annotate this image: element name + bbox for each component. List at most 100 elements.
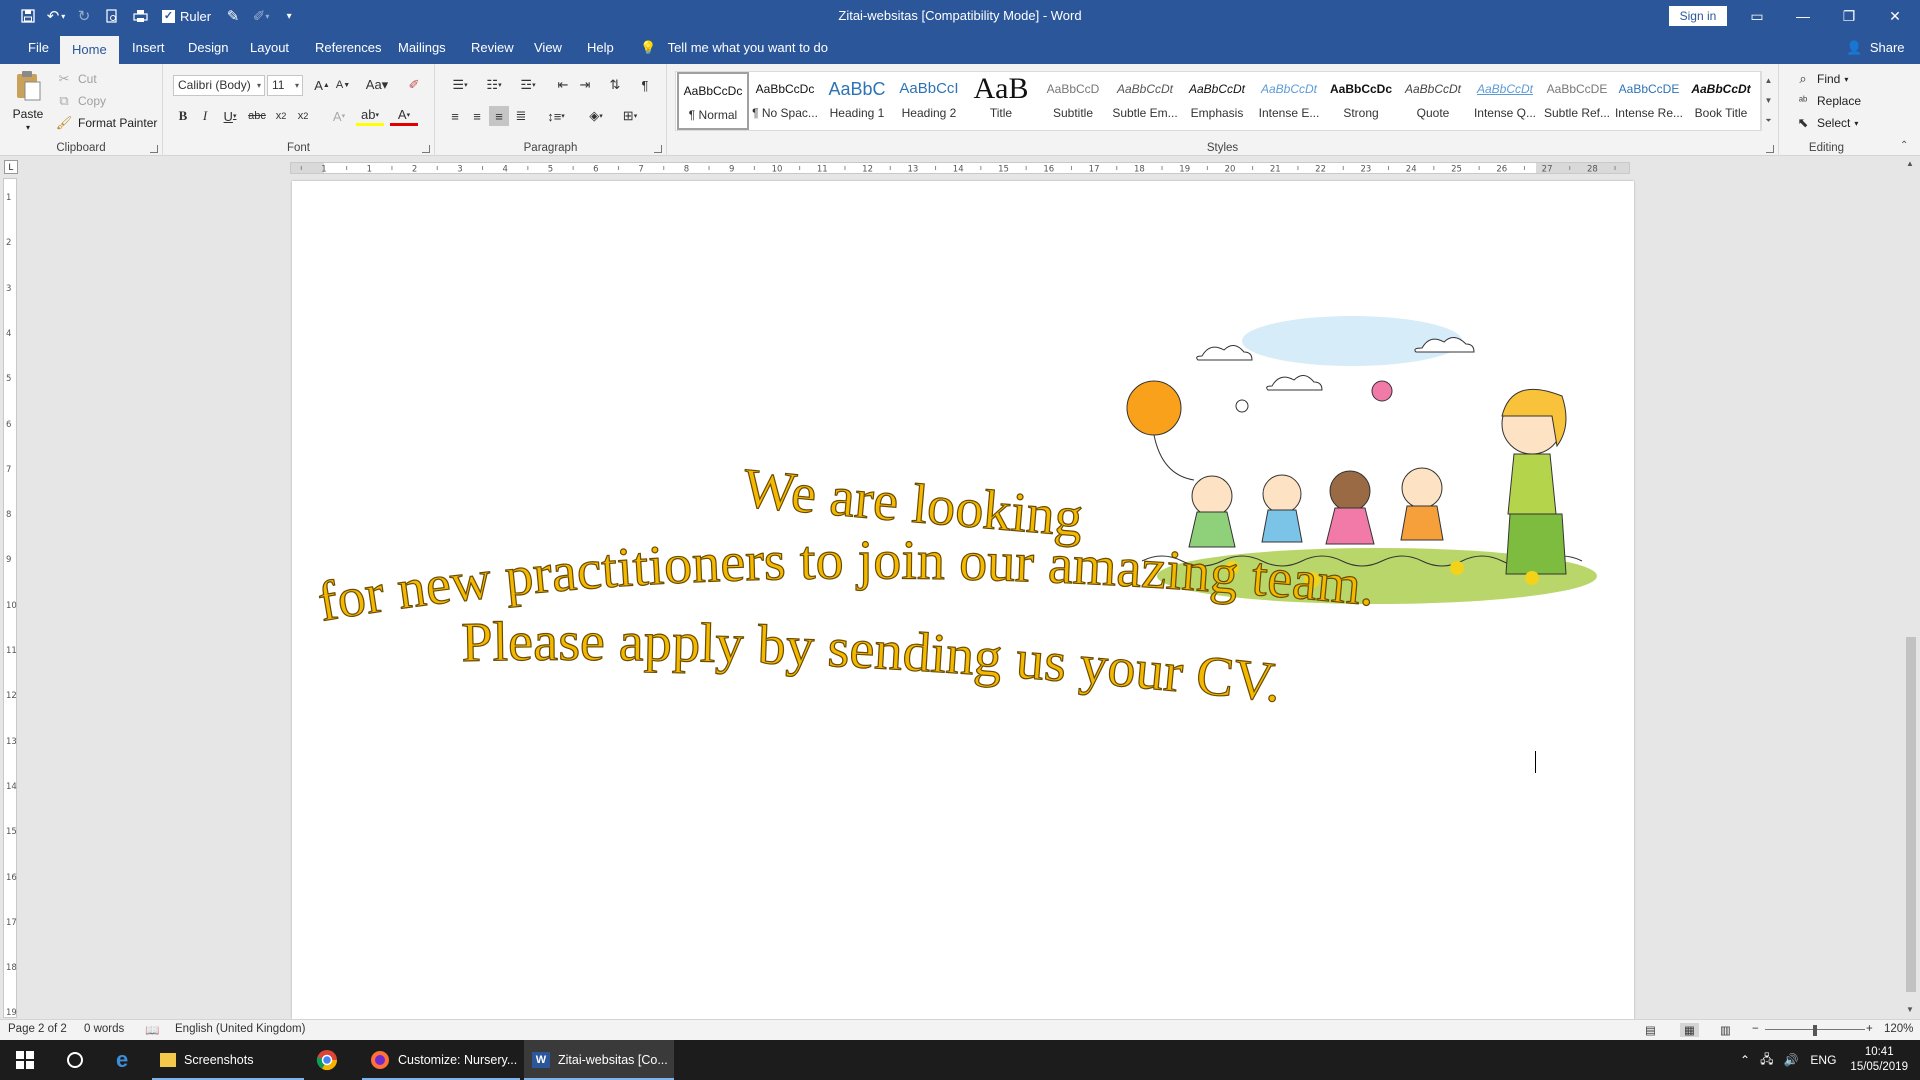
scrollbar-thumb[interactable] bbox=[1906, 637, 1916, 992]
tab-mailings[interactable]: Mailings bbox=[386, 32, 458, 64]
taskbar-app-firefox[interactable]: Customize: Nursery... bbox=[362, 1040, 520, 1080]
change-case-icon[interactable]: Aa▾ bbox=[363, 75, 391, 95]
align-right-icon[interactable]: ≡ bbox=[489, 106, 509, 126]
align-center-icon[interactable]: ≡ bbox=[467, 106, 487, 126]
ruler-checkbox[interactable]: ✓ bbox=[162, 9, 175, 23]
language-indicator[interactable]: English (United Kingdom) bbox=[175, 1023, 305, 1035]
vertical-scrollbar[interactable]: ▲ ▼ bbox=[1902, 157, 1920, 1019]
tab-view[interactable]: View bbox=[522, 32, 574, 64]
tab-home[interactable]: Home bbox=[60, 36, 119, 64]
bold-icon[interactable]: B bbox=[173, 106, 193, 126]
wordart-text[interactable]: We are looking for new practitioners to … bbox=[292, 181, 1634, 1019]
style-subtle-reference[interactable]: AaBbCcDE Subtle Ref... bbox=[1541, 72, 1613, 130]
web-layout-icon[interactable]: ▥ bbox=[1720, 1023, 1731, 1037]
taskbar-app-screenshots[interactable]: Screenshots bbox=[152, 1040, 304, 1080]
restore-button[interactable]: ❐ bbox=[1826, 0, 1872, 32]
style-heading-2[interactable]: AaBbCcI Heading 2 bbox=[893, 72, 965, 130]
collapse-ribbon-icon[interactable]: ⌃ bbox=[1900, 140, 1908, 151]
style-quote[interactable]: AaBbCcDt Quote bbox=[1397, 72, 1469, 130]
undo-icon[interactable]: ↶ ▾ bbox=[42, 2, 70, 30]
sort-icon[interactable]: ⇅ bbox=[605, 75, 625, 95]
gallery-more-icon[interactable]: ⏷ bbox=[1762, 111, 1775, 131]
clipboard-launcher-icon[interactable] bbox=[150, 145, 158, 153]
line-spacing-icon[interactable]: ↕≡ ▾ bbox=[541, 106, 571, 126]
customize-toolbar-icon[interactable]: ▾ bbox=[275, 2, 303, 30]
style-intense-emphasis[interactable]: AaBbCcDt Intense E... bbox=[1253, 72, 1325, 130]
italic-icon[interactable]: I bbox=[195, 106, 215, 126]
redo-icon[interactable]: ↻ bbox=[70, 2, 98, 30]
tab-file[interactable]: File bbox=[16, 32, 61, 64]
text-effects-icon[interactable]: A ▾ bbox=[326, 106, 352, 126]
decrease-indent-icon[interactable]: ⇤ bbox=[553, 75, 573, 95]
taskbar-app-word[interactable]: W Zitai-websitas [Co... bbox=[524, 1040, 674, 1080]
volume-icon[interactable]: 🔊 bbox=[1783, 1053, 1798, 1067]
multilevel-list-icon[interactable]: ☲ ▾ bbox=[513, 75, 543, 95]
style-subtle-emphasis[interactable]: AaBbCcDt Subtle Em... bbox=[1109, 72, 1181, 130]
paragraph-launcher-icon[interactable] bbox=[654, 145, 662, 153]
ribbon-display-options-icon[interactable]: ▭ bbox=[1734, 0, 1780, 32]
style-intense-reference[interactable]: AaBbCcDE Intense Re... bbox=[1613, 72, 1685, 130]
find-button[interactable]: ⌕ Find ▾ bbox=[1793, 69, 1848, 89]
zoom-level[interactable]: 120% bbox=[1884, 1023, 1913, 1035]
style-emphasis[interactable]: AaBbCcDt Emphasis bbox=[1181, 72, 1253, 130]
horizontal-ruler[interactable]: 2112345678910111213141516171819202122232… bbox=[290, 162, 1630, 174]
select-button[interactable]: ⬉ Select ▾ bbox=[1793, 113, 1859, 133]
clear-formatting-icon[interactable]: ✐ bbox=[404, 75, 424, 95]
increase-indent-icon[interactable]: ⇥ bbox=[575, 75, 595, 95]
format-painter-button[interactable]: 🖌 Format Painter bbox=[54, 113, 158, 133]
scroll-up-icon[interactable]: ▲ bbox=[1906, 159, 1914, 168]
tab-review[interactable]: Review bbox=[459, 32, 526, 64]
bullets-icon[interactable]: ☰ ▾ bbox=[445, 75, 475, 95]
font-launcher-icon[interactable] bbox=[422, 145, 430, 153]
network-icon[interactable]: 🖧 bbox=[1760, 1050, 1773, 1071]
cortana-search-icon[interactable] bbox=[58, 1040, 98, 1080]
tab-help[interactable]: Help bbox=[575, 32, 626, 64]
sign-in-button[interactable]: Sign in bbox=[1669, 6, 1727, 26]
style-strong[interactable]: AaBbCcDc Strong bbox=[1325, 72, 1397, 130]
highlight-color-icon[interactable]: ab ▾ bbox=[356, 106, 384, 126]
edge-browser-icon[interactable]: e bbox=[108, 1040, 148, 1080]
input-language[interactable]: ENG bbox=[1810, 1053, 1836, 1067]
zoom-in-icon[interactable]: + bbox=[1866, 1023, 1873, 1035]
find-dropdown-icon[interactable]: ▾ bbox=[1844, 75, 1848, 84]
shrink-font-icon[interactable]: A ▼ bbox=[333, 75, 353, 95]
quick-print-icon[interactable] bbox=[126, 2, 154, 30]
document-page[interactable]: We are looking for new practitioners to … bbox=[292, 181, 1634, 1019]
minimize-button[interactable]: — bbox=[1780, 0, 1826, 32]
style-no-spacing[interactable]: AaBbCcDc ¶ No Spac... bbox=[749, 72, 821, 130]
tab-layout[interactable]: Layout bbox=[238, 32, 301, 64]
edit-document-icon[interactable]: ✎ bbox=[219, 2, 247, 30]
replace-button[interactable]: ᵃᵇ Replace bbox=[1793, 91, 1861, 111]
paste-dropdown-icon[interactable]: ▾ bbox=[26, 123, 30, 132]
gallery-up-icon[interactable]: ▲ bbox=[1762, 71, 1775, 91]
proofing-icon[interactable]: 📖 bbox=[145, 1023, 159, 1037]
word-count[interactable]: 0 words bbox=[84, 1023, 124, 1035]
select-dropdown-icon[interactable]: ▾ bbox=[1854, 119, 1858, 128]
style-heading-1[interactable]: AaBbC Heading 1 bbox=[821, 72, 893, 130]
style-subtitle[interactable]: AaBbCcD Subtitle bbox=[1037, 72, 1109, 130]
justify-icon[interactable]: ≣ bbox=[511, 106, 531, 126]
show-hidden-icons-icon[interactable]: ⌃ bbox=[1740, 1053, 1750, 1067]
tab-references[interactable]: References bbox=[303, 32, 393, 64]
styles-gallery-scroll[interactable]: ▲ ▼ ⏷ bbox=[1761, 71, 1775, 131]
strikethrough-icon[interactable]: abc bbox=[247, 106, 267, 126]
superscript-icon[interactable]: x2 bbox=[293, 106, 313, 126]
borders-icon[interactable]: ⊞ ▾ bbox=[615, 106, 645, 126]
style-title[interactable]: AaB Title bbox=[965, 72, 1037, 130]
page-count[interactable]: Page 2 of 2 bbox=[8, 1023, 67, 1035]
grow-font-icon[interactable]: A ▲ bbox=[312, 75, 332, 95]
draw-icon[interactable]: ✐ ▾ bbox=[247, 2, 275, 30]
print-preview-icon[interactable] bbox=[98, 2, 126, 30]
underline-icon[interactable]: U ▾ bbox=[217, 106, 243, 126]
numbering-icon[interactable]: ☷ ▾ bbox=[479, 75, 509, 95]
clock[interactable]: 10:41 15/05/2019 bbox=[1850, 1045, 1908, 1075]
style-normal[interactable]: AaBbCcDc ¶ Normal bbox=[677, 72, 749, 130]
tab-design[interactable]: Design bbox=[176, 32, 240, 64]
show-formatting-marks-icon[interactable]: ¶ bbox=[635, 75, 655, 95]
zoom-slider-thumb[interactable] bbox=[1813, 1025, 1817, 1036]
close-button[interactable]: ✕ bbox=[1872, 0, 1918, 32]
scroll-down-icon[interactable]: ▼ bbox=[1906, 1005, 1914, 1014]
print-layout-icon[interactable]: ▦ bbox=[1680, 1023, 1699, 1037]
paste-button[interactable]: Paste ▾ bbox=[10, 70, 46, 132]
styles-launcher-icon[interactable] bbox=[1766, 145, 1774, 153]
